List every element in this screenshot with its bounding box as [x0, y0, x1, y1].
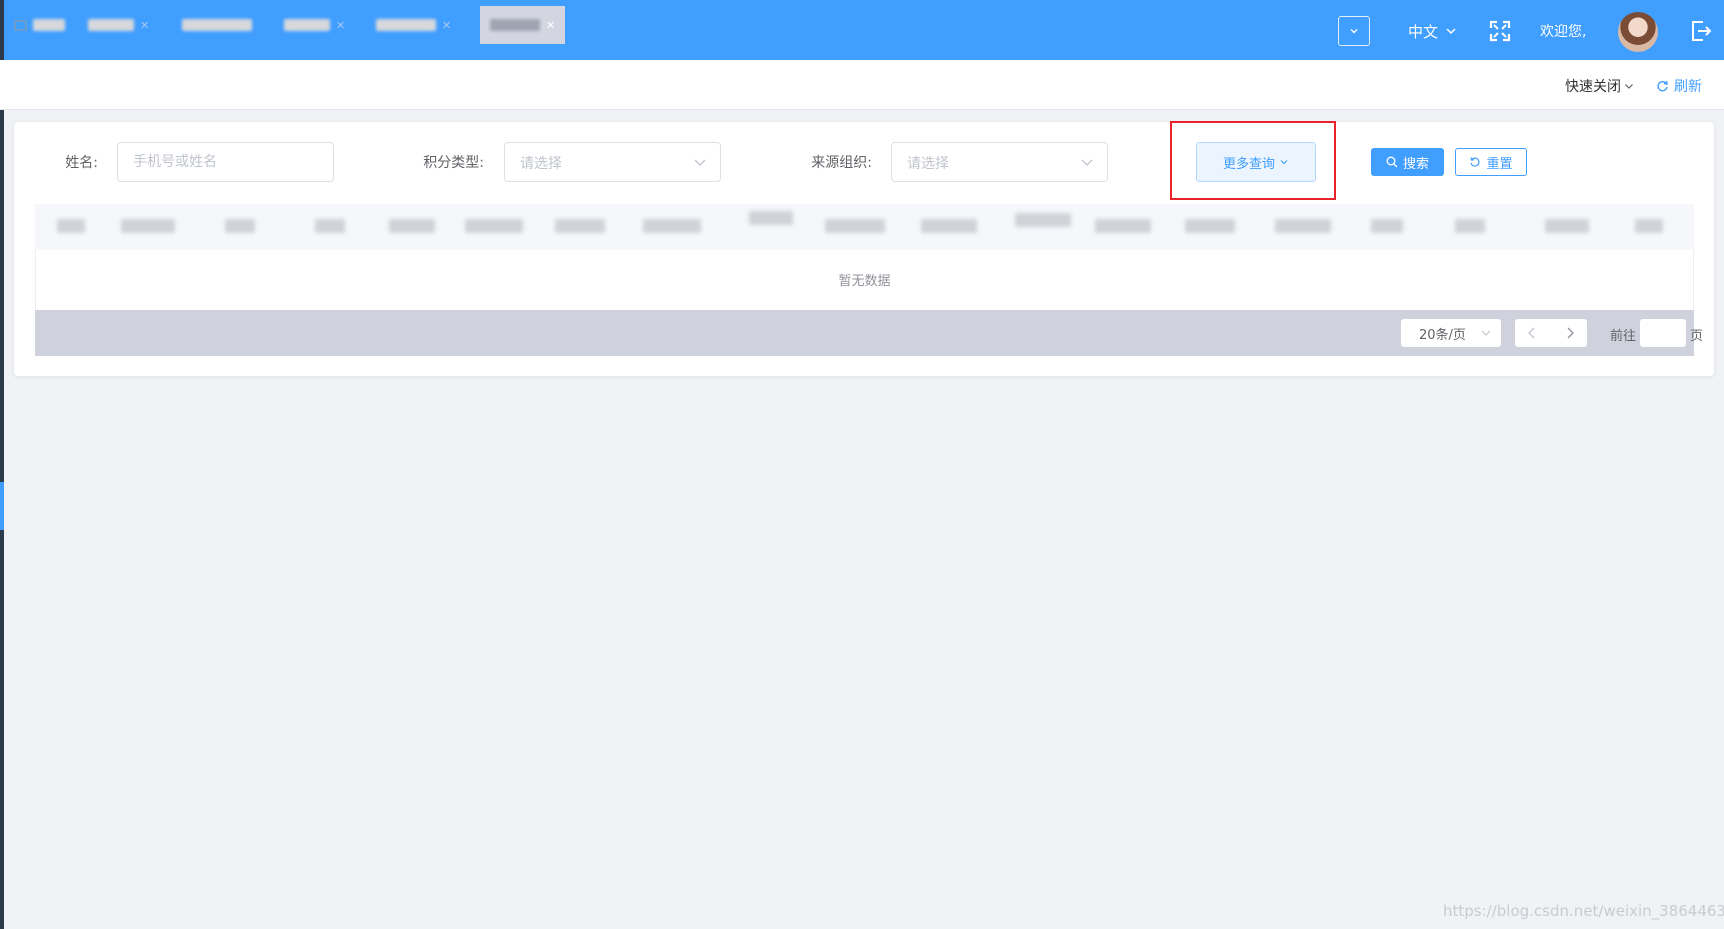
- logout-icon: [1692, 21, 1712, 41]
- column-header-points-after: [1015, 210, 1071, 230]
- tab-label-blurred: [490, 19, 540, 31]
- points-type-label: 积分类型:: [423, 155, 484, 171]
- empty-text: 暂无数据: [838, 274, 891, 289]
- tab-member-card-list[interactable]: ✕: [376, 6, 451, 44]
- column-header: [1545, 216, 1589, 236]
- close-icon[interactable]: ✕: [546, 19, 555, 32]
- goto-label: 前往: [1610, 329, 1637, 344]
- column-header: [225, 216, 255, 236]
- source-org-placeholder: 请选择: [907, 156, 949, 172]
- chevron-down-icon: [1350, 29, 1358, 34]
- points-type-select[interactable]: 请选择: [504, 142, 721, 182]
- points-type-placeholder: 请选择: [520, 156, 562, 172]
- column-header: [1455, 216, 1485, 236]
- column-header: [465, 216, 523, 236]
- tab-member-list[interactable]: ✕: [88, 6, 149, 44]
- reset-button[interactable]: 重置: [1455, 148, 1527, 176]
- column-header: [825, 216, 885, 236]
- column-header: [555, 216, 605, 236]
- reset-label: 重置: [1486, 156, 1513, 172]
- column-header-member-card: [121, 216, 175, 236]
- page-size-label: 20条/页: [1419, 327, 1466, 343]
- name-label: 姓名:: [65, 155, 98, 171]
- name-input-wrapper: [117, 142, 334, 182]
- refresh-icon: [1657, 80, 1668, 91]
- column-header: [389, 216, 435, 236]
- close-icon[interactable]: ✕: [442, 19, 451, 32]
- chevron-down-icon: [1446, 28, 1456, 35]
- source-org-label: 来源组织:: [811, 155, 872, 171]
- tab-4[interactable]: ✕: [284, 6, 345, 44]
- avatar[interactable]: [1618, 12, 1658, 52]
- table-body: 暂无数据: [35, 250, 1694, 310]
- chevron-right-icon[interactable]: [1563, 325, 1577, 341]
- search-icon: [1386, 156, 1398, 168]
- reset-icon: [1470, 157, 1480, 167]
- column-header-index: [57, 216, 85, 236]
- header-dropdown-button[interactable]: [1338, 16, 1370, 46]
- close-icon[interactable]: ✕: [140, 19, 149, 32]
- refresh-button[interactable]: 刷新: [1656, 76, 1702, 96]
- fullscreen-icon: [1489, 20, 1511, 42]
- tab-label-blurred: [376, 19, 436, 31]
- name-input[interactable]: [118, 143, 333, 181]
- watermark-text: https://blog.csdn.net/weixin_38644630: [1443, 902, 1724, 920]
- column-header-points-change: [921, 216, 977, 236]
- source-org-select[interactable]: 请选择: [891, 142, 1108, 182]
- column-header: [749, 208, 793, 228]
- page-suffix-label: 页: [1690, 329, 1704, 344]
- column-header: [1095, 216, 1151, 236]
- tab-label-blurred: [284, 19, 330, 31]
- tab-label-blurred: [88, 19, 134, 31]
- welcome-text: 欢迎您,: [1540, 24, 1587, 40]
- quick-close-button[interactable]: 快速关闭: [1565, 76, 1635, 96]
- fullscreen-button[interactable]: [1488, 18, 1512, 44]
- column-header-usage: [1371, 216, 1403, 236]
- chevron-left-icon[interactable]: [1525, 325, 1539, 341]
- chevron-down-icon: [694, 159, 706, 166]
- page-nav: [1515, 319, 1587, 347]
- refresh-label: 刷新: [1674, 79, 1702, 95]
- pagination-bar: 20条/页 前往 页: [35, 310, 1703, 356]
- logout-button[interactable]: [1688, 18, 1714, 44]
- search-label: 搜索: [1402, 156, 1429, 172]
- goto-page-input[interactable]: [1640, 319, 1686, 347]
- search-button[interactable]: 搜索: [1371, 148, 1444, 176]
- sidebar-edge: [0, 0, 4, 929]
- tab-home[interactable]: [14, 6, 65, 44]
- chevron-down-icon: [1081, 159, 1093, 166]
- quick-close-label: 快速关闭: [1565, 79, 1621, 95]
- column-header: [1185, 216, 1235, 236]
- tab-3[interactable]: [182, 6, 252, 44]
- language-label: 中文: [1408, 22, 1439, 41]
- tabs-bar: [0, 60, 1724, 110]
- home-icon: [14, 20, 27, 30]
- table-header: [35, 204, 1694, 250]
- column-header: [315, 216, 345, 236]
- tab-label-blurred: [182, 19, 252, 31]
- sidebar-edge-accent: [0, 482, 4, 530]
- column-header: [643, 216, 701, 236]
- close-icon[interactable]: ✕: [336, 19, 345, 32]
- chevron-down-icon: [1481, 330, 1491, 336]
- language-selector[interactable]: 中文: [1408, 18, 1458, 44]
- tab-label-blurred: [33, 19, 65, 31]
- chevron-down-icon: [1625, 84, 1633, 89]
- tab-active[interactable]: ✕: [480, 6, 566, 44]
- top-header: [0, 0, 1724, 60]
- column-header: [1275, 216, 1331, 236]
- column-header-actions: [1635, 216, 1663, 236]
- annotation-highlight-box: [1170, 121, 1336, 200]
- page-size-select[interactable]: 20条/页: [1401, 319, 1501, 347]
